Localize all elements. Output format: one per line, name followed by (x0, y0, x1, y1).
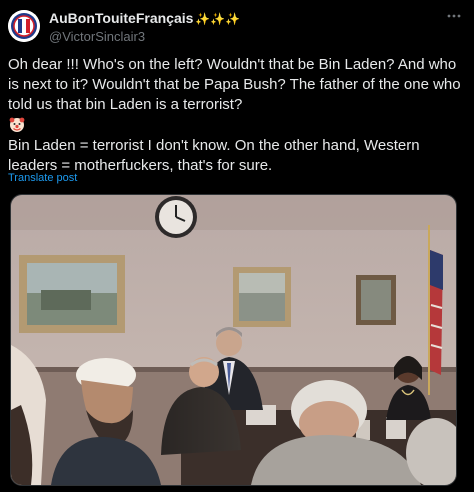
post-text-paragraph-2: Bin Laden = terrorist I don't know. On t… (8, 137, 420, 174)
meeting-room-photo (11, 195, 456, 485)
author-avatar[interactable] (8, 10, 40, 42)
post-photo[interactable] (10, 194, 457, 486)
author-handle[interactable]: @VictorSinclair3 (49, 29, 145, 44)
author-display-name: AuBonTouiteFrançais (49, 10, 194, 26)
author-name[interactable]: AuBonTouiteFrançais ✨✨✨ (49, 10, 240, 26)
translate-post-link[interactable]: Translate post (8, 172, 77, 184)
sparkles-icon: ✨✨✨ (195, 12, 241, 26)
ellipsis-icon[interactable] (446, 8, 466, 28)
tweet-post: AuBonTouiteFrançais ✨✨✨ @VictorSinclair3 … (0, 0, 474, 492)
clown-face-icon (8, 115, 26, 133)
post-text-paragraph-1: Oh dear !!! Who's on the left? Wouldn't … (8, 56, 461, 113)
avatar-logo-icon (8, 10, 40, 42)
post-text: Oh dear !!! Who's on the left? Wouldn't … (8, 55, 468, 176)
